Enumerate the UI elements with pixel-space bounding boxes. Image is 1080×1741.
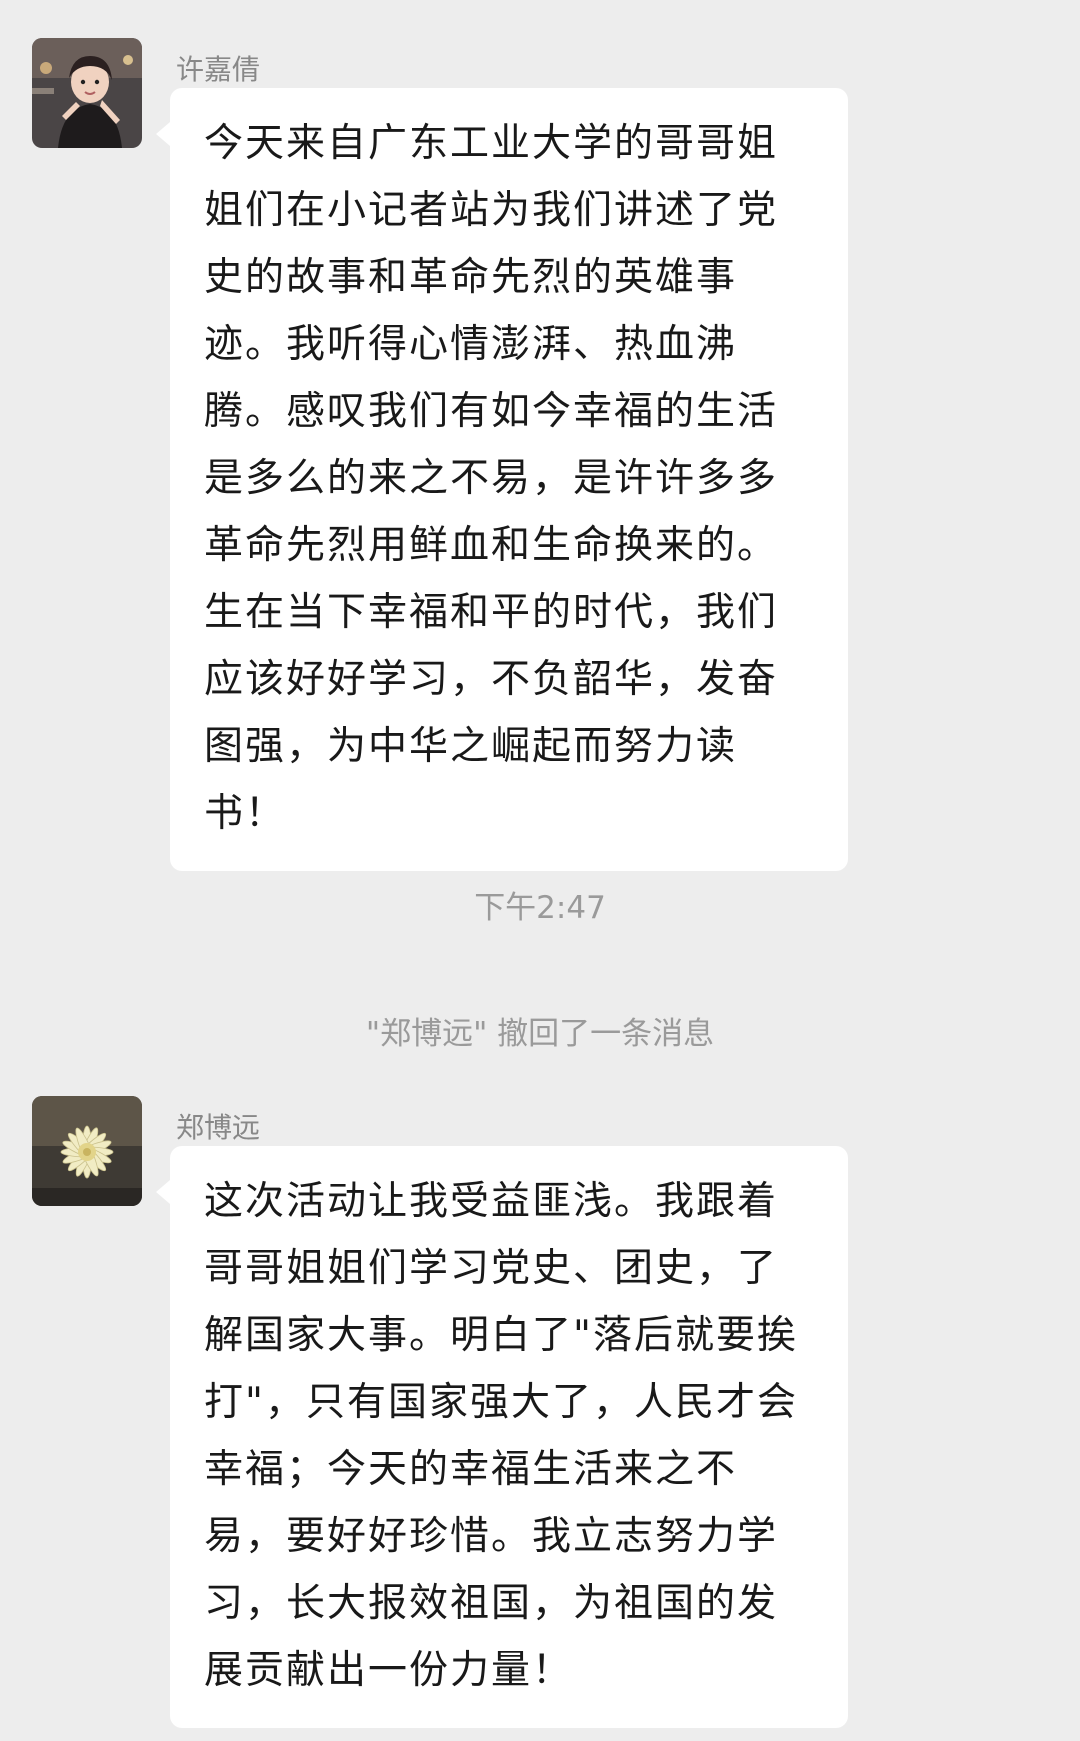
- sender-name: 郑博远: [176, 1111, 261, 1144]
- sender-name: 许嘉倩: [176, 53, 261, 86]
- message-text: 这次活动让我受益匪浅。我跟着哥哥姐姐们学习党史、团史，了解国家大事。明白了"落后…: [204, 1179, 798, 1693]
- timestamp: 下午2:47: [474, 890, 606, 926]
- message-bubble[interactable]: 今天来自广东工业大学的哥哥姐姐们在小记者站为我们讲述了党史的故事和革命先烈的英雄…: [156, 88, 848, 871]
- avatar[interactable]: [32, 38, 142, 148]
- flower-photo-avatar-icon: [32, 1096, 142, 1206]
- recall-notice: "郑博远" 撤回了一条消息: [365, 1016, 715, 1052]
- child-photo-avatar-icon: [32, 38, 142, 148]
- message-bubble[interactable]: 这次活动让我受益匪浅。我跟着哥哥姐姐们学习党史、团史，了解国家大事。明白了"落后…: [156, 1146, 848, 1728]
- message-text: 今天来自广东工业大学的哥哥姐姐们在小记者站为我们讲述了党史的故事和革命先烈的英雄…: [204, 121, 779, 836]
- avatar[interactable]: [32, 1096, 142, 1206]
